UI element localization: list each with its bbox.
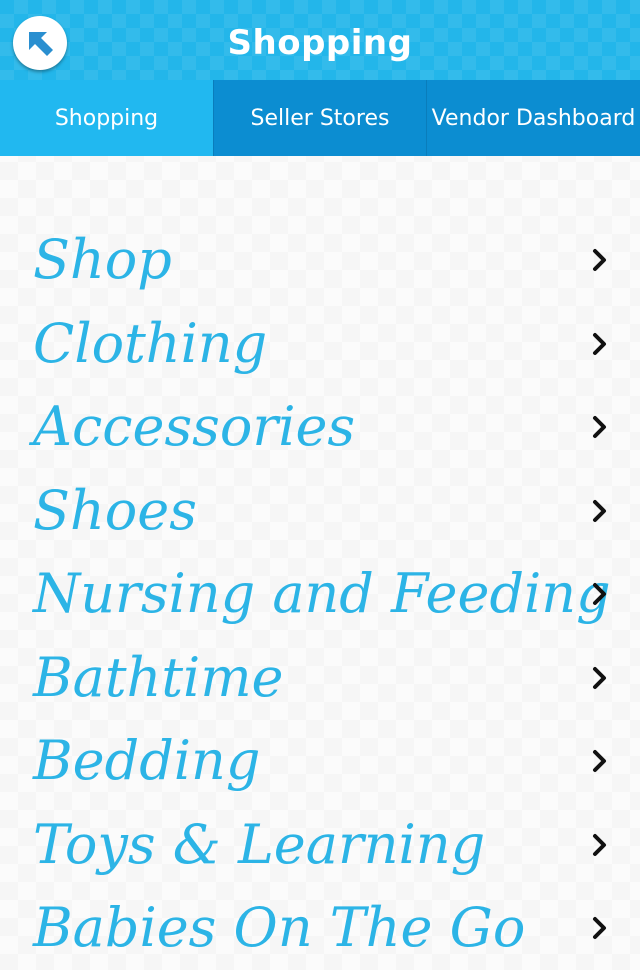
list-item-label: Shoes [33,478,197,542]
tab-seller-stores[interactable]: Seller Stores [213,80,426,156]
tab-bar: Shopping Seller Stores Vendor Dashboard [0,80,640,156]
chevron-right-icon [593,833,606,856]
list-item-accessories[interactable]: Accessories [0,385,640,469]
list-item-label: Clothing [33,311,268,375]
list-item-label: Bedding [33,729,261,792]
category-list: Shop Clothing Accessories Shoes Nursing … [0,218,640,970]
list-item-nursing-and-feeding[interactable]: Nursing and Feeding [0,552,640,636]
chevron-right-icon [593,332,606,355]
list-item-bedding[interactable]: Bedding [0,719,640,803]
chevron-right-icon [593,499,606,522]
list-item-label: Bathtime [33,645,284,709]
list-item-shop[interactable]: Shop [0,218,640,302]
chevron-right-icon [593,917,606,939]
list-item-label: Shop [33,228,172,291]
list-item-label: Babies On The Go [33,896,526,959]
list-item-clothing[interactable]: Clothing [0,302,640,386]
chevron-right-icon [593,750,606,772]
list-item-shoes[interactable]: Shoes [0,469,640,553]
list-item-label: Toys & Learning [33,812,486,876]
app-header: Shopping [0,0,640,80]
tab-vendor-dashboard[interactable]: Vendor Dashboard [426,80,640,156]
page-title: Shopping [227,23,413,63]
tab-shopping[interactable]: Shopping [0,80,213,156]
list-item-bathtime[interactable]: Bathtime [0,636,640,720]
chevron-right-icon [593,416,606,438]
chevron-right-icon [593,583,606,605]
list-item-label: Accessories [33,395,356,458]
list-item-label: Nursing and Feeding [33,562,611,625]
chevron-right-icon [593,666,606,689]
chevron-right-icon [593,249,606,271]
list-item-babies-on-the-go[interactable]: Babies On The Go [0,886,640,970]
list-item-toys-and-learning[interactable]: Toys & Learning [0,803,640,887]
